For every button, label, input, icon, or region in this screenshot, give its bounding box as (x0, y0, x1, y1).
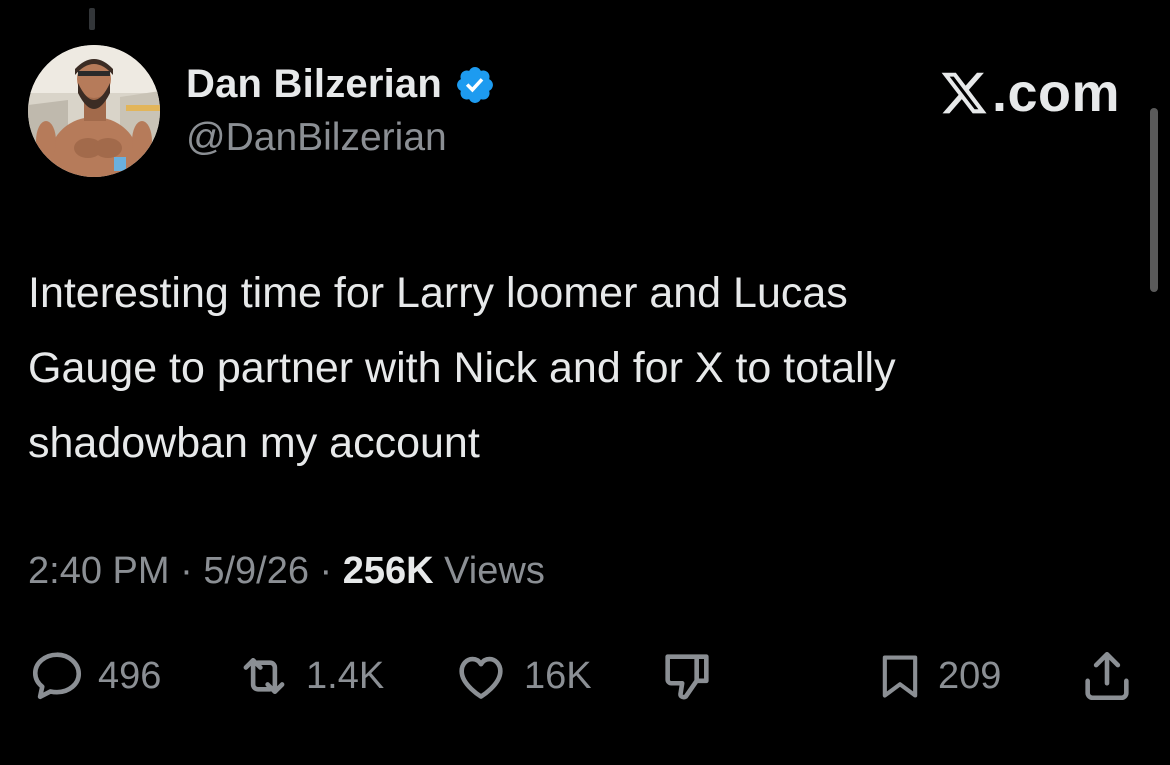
verified-badge-icon (457, 66, 493, 103)
dislike-icon (665, 654, 709, 700)
author-name-row: Dan Bilzerian (186, 62, 496, 107)
bookmark-count: 209 (938, 654, 1002, 697)
avatar[interactable] (28, 45, 160, 177)
avatar-image (28, 45, 160, 177)
repost-count: 1.4K (306, 654, 385, 697)
reply-icon (32, 652, 82, 700)
tweet-meta-row: 2:40 PM · 5/9/26 · 256K Views (28, 550, 545, 593)
dislike-button[interactable] (654, 644, 720, 708)
reply-count: 496 (98, 654, 162, 697)
reply-button[interactable]: 496 (28, 644, 161, 708)
like-count: 16K (524, 654, 592, 697)
meta-separator: · (169, 550, 204, 592)
share-button[interactable] (1078, 644, 1136, 708)
scrollbar[interactable] (1150, 108, 1158, 292)
share-icon (1085, 651, 1129, 701)
tweet-text: Interesting time for Larry loomer and Lu… (28, 269, 896, 467)
bookmark-button[interactable]: 209 (874, 644, 1001, 708)
repost-icon (243, 657, 285, 695)
meta-separator: · (308, 550, 343, 592)
views-label: Views (433, 550, 545, 592)
author-handle[interactable]: @DanBilzerian (186, 116, 447, 160)
like-icon (459, 656, 503, 699)
brand-watermark: .com (938, 62, 1120, 124)
thread-connector-line (89, 8, 95, 30)
brand-domain-text: .com (991, 63, 1120, 123)
repost-button[interactable]: 1.4K (234, 644, 384, 708)
author-display-name[interactable]: Dan Bilzerian (186, 62, 442, 107)
like-button[interactable]: 16K (450, 644, 592, 708)
tweet-time[interactable]: 2:40 PM (28, 550, 170, 593)
tweet-actions-bar: 496 1.4K 16K 209 (28, 644, 1142, 708)
x-logo-icon (941, 72, 987, 114)
views-count: 256K (342, 550, 434, 592)
bookmark-icon (882, 655, 918, 698)
tweet-date[interactable]: 5/9/26 (203, 550, 309, 593)
